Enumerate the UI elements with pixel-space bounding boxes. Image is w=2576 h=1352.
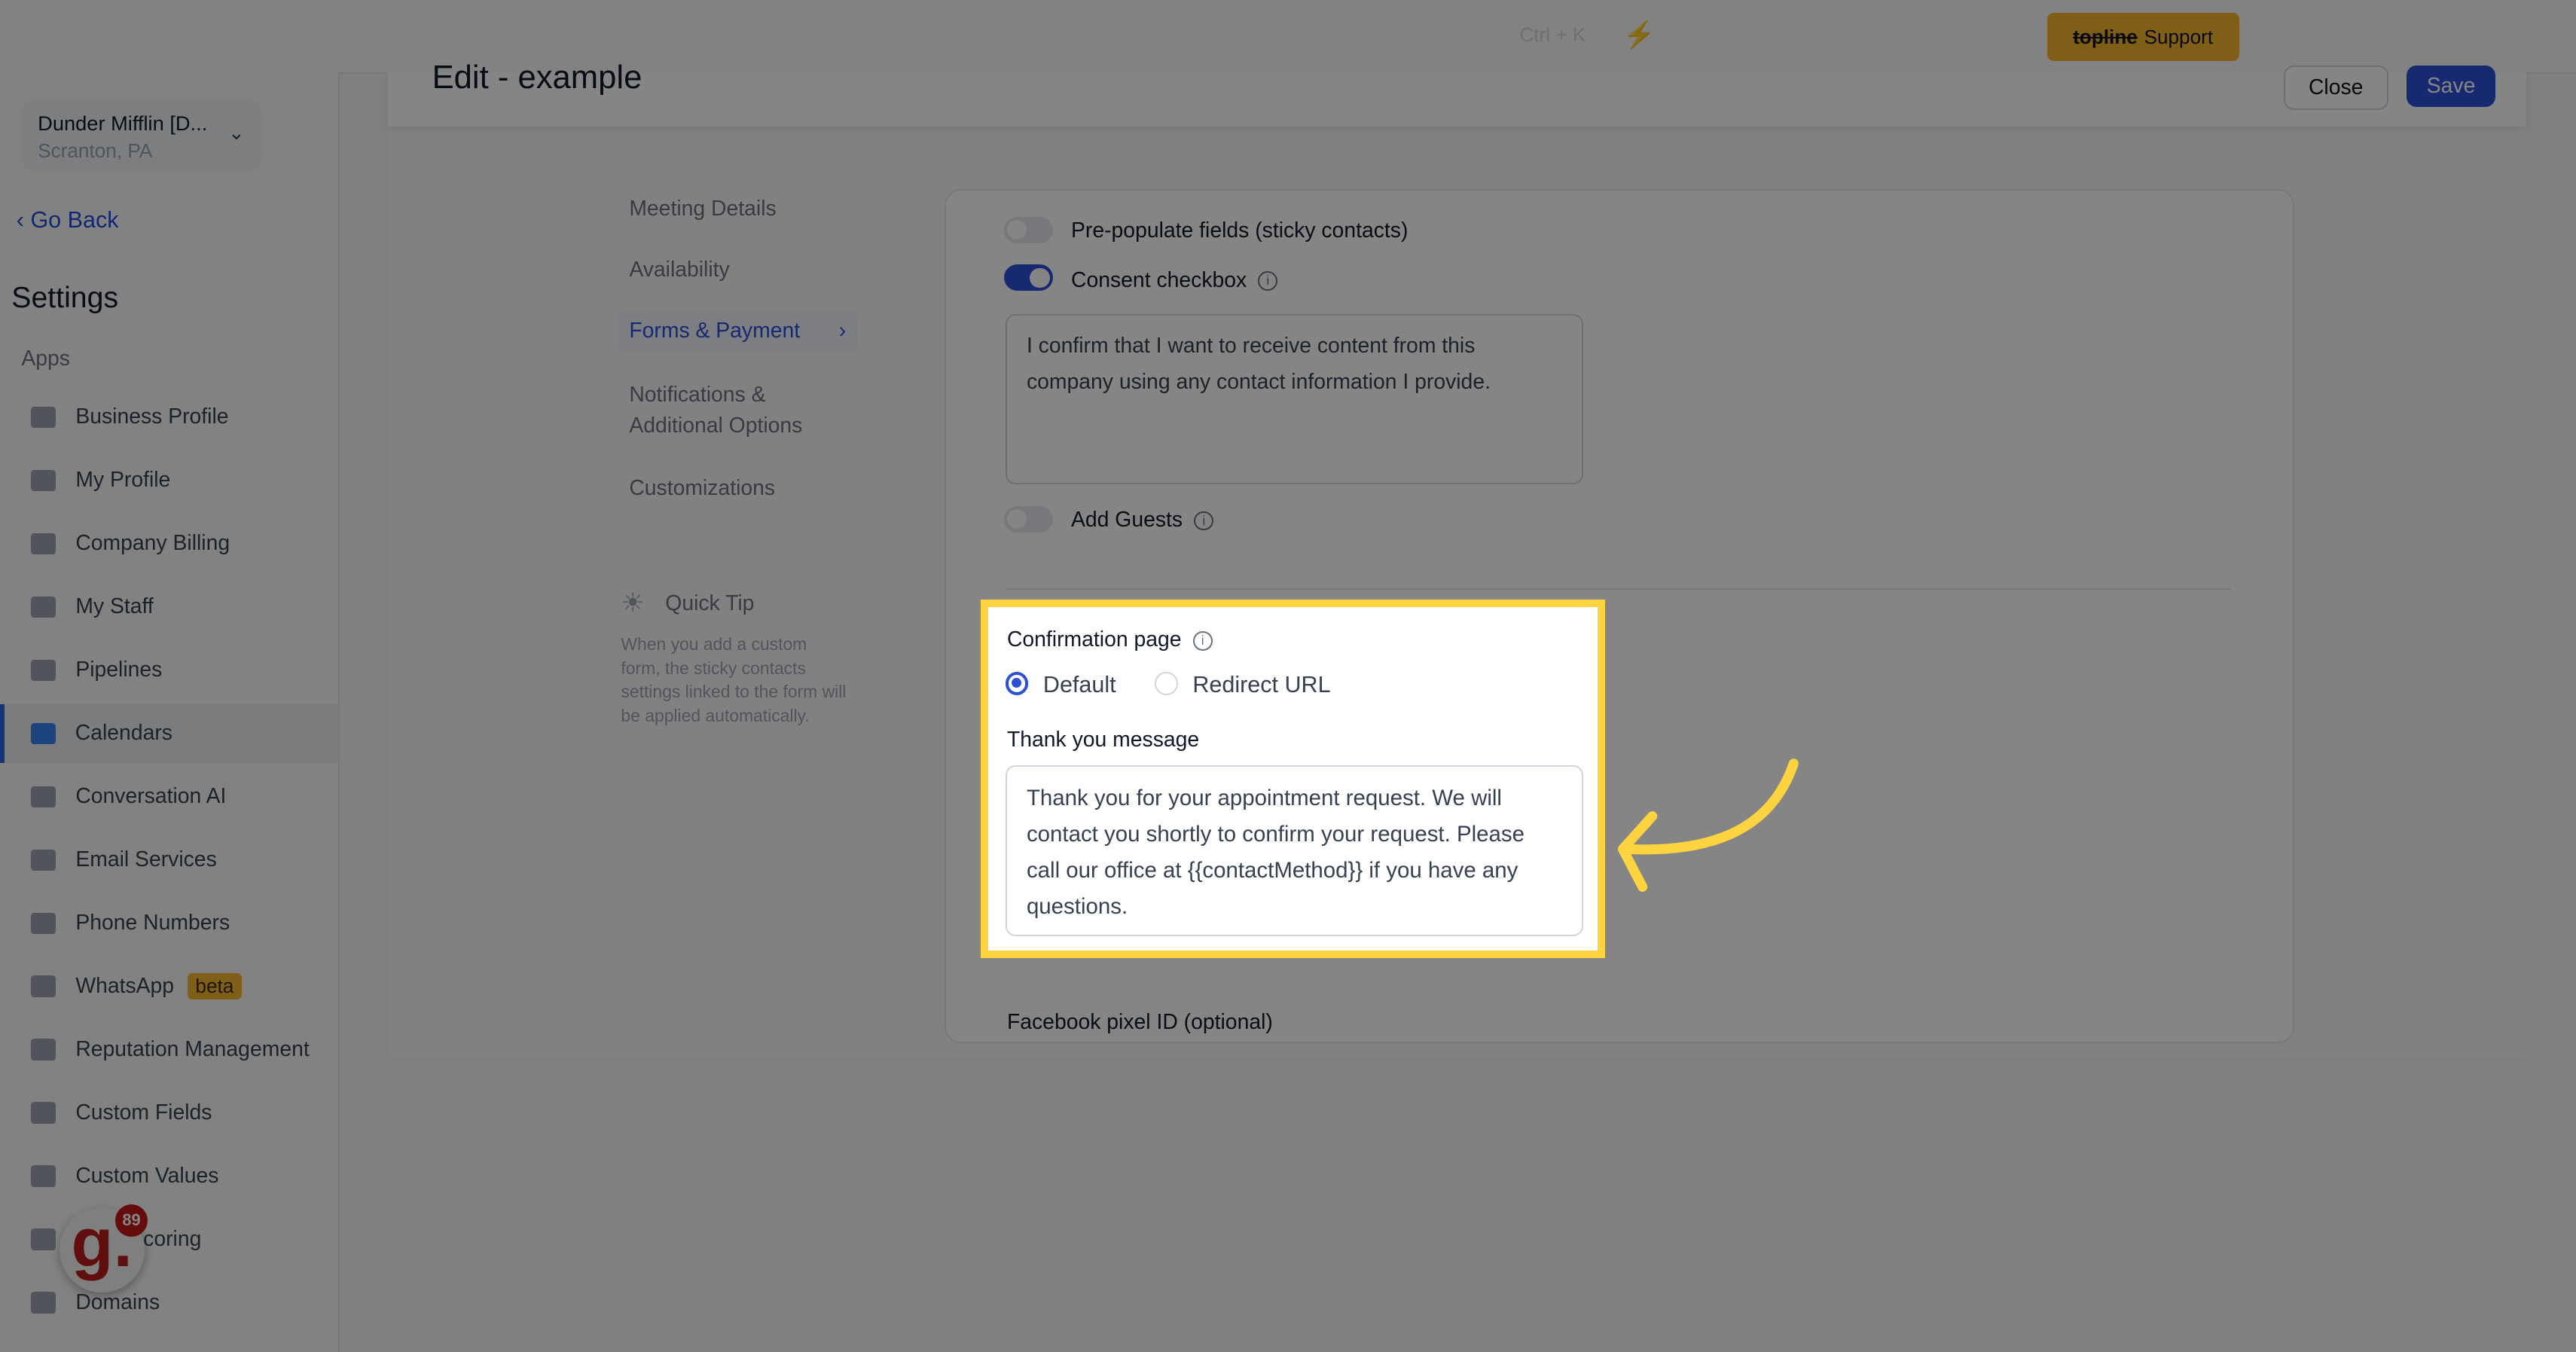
quick-tip: ☀ Quick Tip When you add a custom form, … [621,587,847,725]
chevron-right-icon: › [838,319,847,343]
sidebar-item-label: Company Billing [75,531,230,556]
info-icon[interactable]: i [1192,630,1213,651]
sidebar-item-icon [31,1165,56,1187]
sidebar-item-icon [31,975,56,997]
sidebar-item-pipelines[interactable]: Pipelines [0,641,334,700]
lightbulb-icon: ☀ [621,587,645,618]
sidebar-item-label: My Staff [75,594,154,619]
page-header [387,72,2527,127]
consent-label: Consent checkbox i [1071,268,1278,293]
thank-you-message-input[interactable]: Thank you for your appointment request. … [1005,765,1584,937]
nav-forms-payment[interactable]: Forms & Payment › [618,310,858,352]
sidebar-item-company-billing[interactable]: Company Billing [0,514,334,574]
sidebar-item-custom-values[interactable]: Custom Values [0,1146,334,1206]
sidebar-item-whatsapp[interactable]: WhatsApp beta [0,957,334,1016]
sidebar-item-label: Custom Values [75,1164,219,1189]
sidebar-item-label: Pipelines [75,658,163,682]
sidebar-item-phone-numbers[interactable]: Phone Numbers [0,893,334,953]
sidebar-item-icon [31,1292,56,1314]
sidebar-item-label: Reputation Management [75,1037,310,1062]
chevron-down-icon: ⌄ [228,121,245,145]
close-button[interactable]: Close [2283,66,2388,110]
sidebar-item-icon [31,469,56,492]
nav-availability[interactable]: Availability [618,255,741,285]
sidebar-item-label: Business Profile [75,404,229,429]
add-guests-label: Add Guests i [1071,508,1214,533]
sidebar-item-icon [31,786,56,807]
lightning-icon[interactable]: ⚡ [1623,20,1656,50]
search-shortcut[interactable]: Ctrl + K [1519,23,1586,47]
sidebar-item-conversation-ai[interactable]: Conversation AI [0,768,334,827]
sidebar-item-icon [31,659,56,681]
nav-meeting-details[interactable]: Meeting Details [618,194,788,224]
info-icon[interactable]: i [1194,511,1214,531]
confirmation-page-label: Confirmation page i [1007,627,1213,652]
sidebar-item-my-profile[interactable]: My Profile [0,451,334,511]
sidebar-item-icon [30,722,56,744]
sidebar: Dunder Mifflin [D... Scranton, PA ⌄ ‹ Go… [0,72,340,1352]
sidebar-item-icon [31,1039,56,1061]
sidebar-item-icon [31,406,56,429]
divider [1005,587,2231,590]
top-bar: Ctrl + K ⚡ topline Support [0,0,2576,74]
thank-you-label: Thank you message [1006,728,1200,752]
sidebar-item-my-staff[interactable]: My Staff [0,578,334,637]
prepopulate-toggle[interactable] [1003,216,1053,243]
sidebar-item-icon [31,533,56,555]
sidebar-item-label: Domains [75,1290,160,1314]
sidebar-item-label: Phone Numbers [75,911,230,935]
sidebar-item-label: My Profile [75,468,171,493]
sidebar-item-icon [31,849,56,871]
arrow-icon [1618,758,1799,893]
sidebar-item-label: Custom Fields [75,1100,212,1125]
beta-badge: beta [187,972,243,1000]
account-switcher[interactable]: Dunder Mifflin [D... Scranton, PA ⌄ [21,100,261,171]
consent-toggle[interactable] [1003,264,1053,291]
prepopulate-label: Pre-populate fields (sticky contacts) [1071,218,1409,243]
add-guests-toggle[interactable] [1003,505,1053,533]
sidebar-item-email-services[interactable]: Email Services [0,830,334,890]
support-button[interactable]: topline Support [2046,13,2239,61]
radio-default-label: Default [1042,672,1116,698]
radio-redirect-url[interactable] [1155,672,1178,695]
sidebar-item-calendars[interactable]: Calendars [0,703,338,764]
sidebar-item-lead-scoring[interactable]: Lead Scoring [0,1210,334,1269]
info-icon[interactable]: i [1258,271,1278,291]
sidebar-item-custom-fields[interactable]: Custom Fields [0,1083,334,1143]
sidebar-item-label: WhatsApp [75,974,175,999]
sidebar-item-reputation-management[interactable]: Reputation Management [0,1020,334,1079]
sidebar-item-label: Email Services [75,847,217,872]
account-location: Scranton, PA [38,139,153,163]
sidebar-item-icon [31,912,56,934]
radio-default[interactable] [1005,672,1029,695]
nav-notifications[interactable]: Notifications & Additional Options [618,380,854,442]
sidebar-item-icon [31,1228,56,1250]
page-title: Edit - example [432,59,642,96]
go-back-link[interactable]: ‹ Go Back [17,207,119,233]
nav-customizations[interactable]: Customizations [618,473,786,504]
sidebar-item-icon [31,1102,56,1124]
sidebar-item-icon [31,596,56,618]
sidebar-item-label: Conversation AI [75,784,227,809]
save-button[interactable]: Save [2407,66,2495,107]
account-name: Dunder Mifflin [D... [38,111,208,136]
section-label: Apps [21,346,70,371]
settings-title: Settings [11,280,119,314]
sidebar-item-domains[interactable]: Domains [0,1273,334,1332]
sidebar-item-business-profile[interactable]: Business Profile [0,388,334,447]
consent-text-input[interactable]: I confirm that I want to receive content… [1005,313,1584,485]
radio-redirect-label: Redirect URL [1192,672,1331,698]
facebook-pixel-label: Facebook pixel ID (optional) [1006,1010,1273,1035]
sidebar-item-label: Calendars [75,721,172,746]
